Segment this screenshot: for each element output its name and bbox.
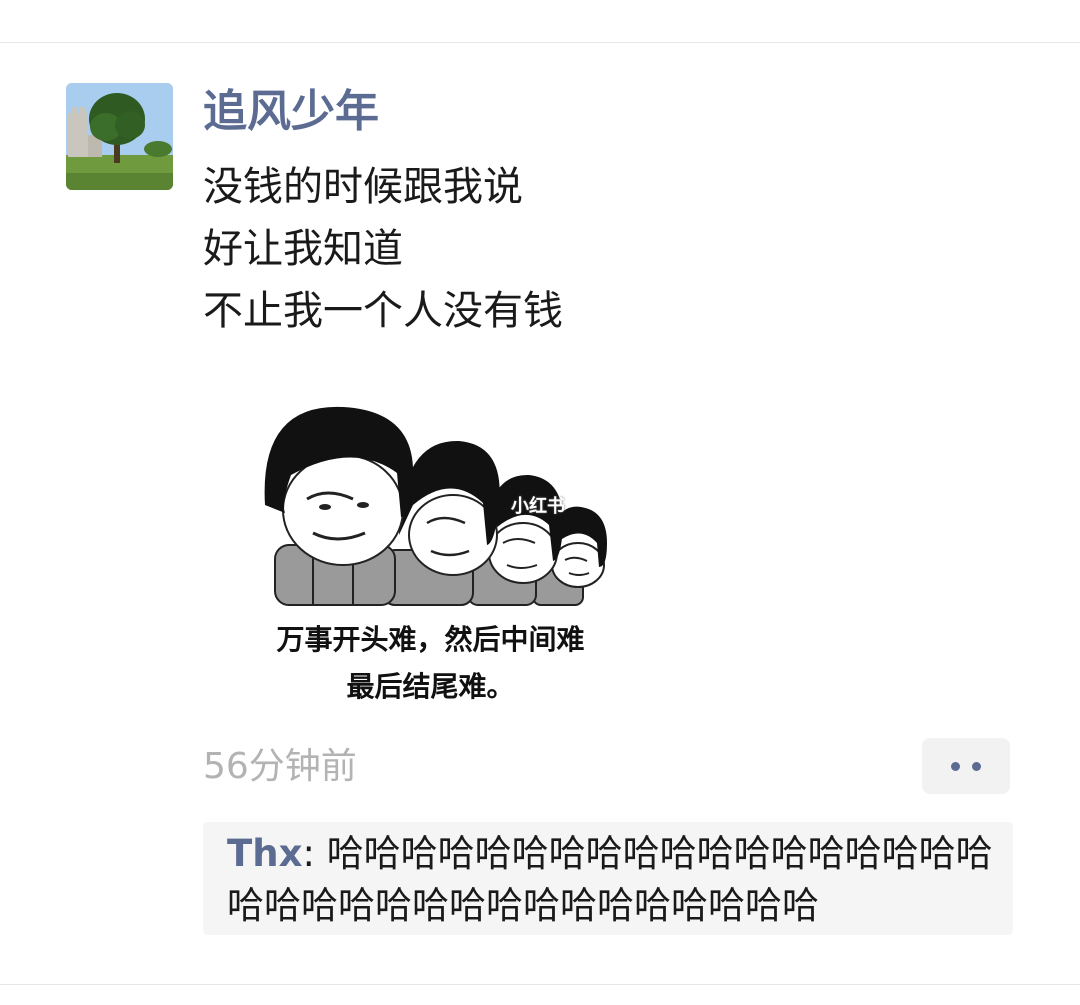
avatar-image bbox=[66, 83, 173, 190]
comment-box: Thx: 哈哈哈哈哈哈哈哈哈哈哈哈哈哈哈哈哈哈哈哈哈哈哈哈哈哈哈哈哈哈哈哈哈哈 bbox=[203, 822, 1013, 935]
meme-caption-line: 最后结尾难。 bbox=[346, 670, 515, 703]
meme-image[interactable]: 小红书 万事开头难，然后中间难 最后结尾难。 bbox=[203, 375, 658, 705]
post-text: 没钱的时候跟我说 好让我知道 不止我一个人没有钱 bbox=[203, 156, 563, 342]
meme-watermark: 小红书 bbox=[511, 496, 565, 517]
more-dots-icon bbox=[951, 761, 960, 771]
post-author-name[interactable]: 追风少年 bbox=[203, 84, 379, 140]
comment-text: 哈哈哈哈哈哈哈哈哈哈哈哈哈哈哈哈哈哈哈哈哈哈哈哈哈哈哈哈哈哈哈哈哈哈 bbox=[227, 832, 993, 927]
meme-figure-1 bbox=[264, 406, 414, 606]
post-text-line: 没钱的时候跟我说 bbox=[203, 164, 523, 210]
comment-author[interactable]: Thx bbox=[227, 832, 302, 875]
meme-illustration bbox=[264, 406, 607, 606]
meme-caption-line: 万事开头难，然后中间难 bbox=[276, 623, 585, 656]
post-text-line: 不止我一个人没有钱 bbox=[203, 288, 563, 334]
more-dots-icon bbox=[972, 761, 981, 771]
avatar[interactable] bbox=[66, 83, 173, 190]
comment-separator: : bbox=[302, 832, 327, 875]
bottom-divider bbox=[0, 984, 1080, 985]
post-timestamp: 56分钟前 bbox=[203, 746, 357, 787]
post-text-line: 好让我知道 bbox=[203, 226, 403, 272]
top-divider bbox=[0, 42, 1080, 43]
more-options-button[interactable] bbox=[922, 738, 1010, 794]
